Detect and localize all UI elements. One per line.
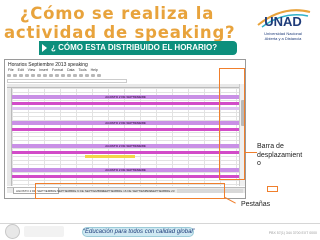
footer-divider bbox=[0, 223, 320, 224]
logo-line-2: Abierta y a Distancia bbox=[264, 36, 302, 41]
spreadsheet-toolbar bbox=[7, 73, 245, 78]
scrollbar-highlight-box bbox=[219, 68, 245, 180]
banner-text: ¿ CÓMO ESTA DISTRIBUIDO EL HORARIO? bbox=[51, 43, 218, 52]
day-band: AGOSTO 2 DE SEPTIEMBRE bbox=[12, 95, 239, 99]
day-band: AGOSTO 2 DE SEPTIEMBRE bbox=[12, 144, 239, 148]
section-banner: ¿ CÓMO ESTA DISTRIBUIDO EL HORARIO? bbox=[39, 41, 237, 55]
toolbar-percent-icon[interactable] bbox=[37, 74, 41, 77]
spreadsheet-screenshot: Horarios Septiembre 2013 speaking File E… bbox=[4, 59, 246, 199]
schedule-row-highlight bbox=[12, 151, 239, 154]
toolbar-print-icon[interactable] bbox=[7, 74, 11, 77]
scrollbar-annotation-line-3: o bbox=[257, 160, 261, 167]
menu-edit[interactable]: Edit bbox=[18, 68, 24, 72]
day-band-label: AGOSTO 2 DE SEPTIEMBRE bbox=[105, 144, 146, 148]
menu-file[interactable]: File bbox=[8, 68, 14, 72]
scroll-thumb-callout-box bbox=[267, 186, 278, 192]
toolbar-currency-icon[interactable] bbox=[31, 74, 35, 77]
scrollbar-connector-line bbox=[244, 152, 257, 153]
schedule-row-highlight bbox=[12, 102, 239, 105]
menu-help[interactable]: Help bbox=[91, 68, 98, 72]
menu-format[interactable]: Format bbox=[52, 68, 63, 72]
footer-logo bbox=[24, 226, 64, 237]
highlighted-cell bbox=[85, 155, 135, 158]
slide-title-line-1: ¿Cómo se realiza la bbox=[19, 4, 215, 23]
unad-logo-icon: UNAD bbox=[257, 9, 311, 29]
scrollbar-annotation-line-2: desplazamient bbox=[257, 151, 303, 159]
toolbar-merge-icon[interactable] bbox=[85, 74, 89, 77]
colombia-crest-icon bbox=[5, 224, 20, 239]
toolbar-italic-icon[interactable] bbox=[61, 74, 65, 77]
menu-data[interactable]: Data bbox=[67, 68, 74, 72]
schedule-row bbox=[12, 107, 239, 110]
toolbar-redo-icon[interactable] bbox=[19, 74, 23, 77]
day-band-label: AGOSTO 2 DE SEPTIEMBRE bbox=[105, 168, 146, 172]
schedule-row-highlight bbox=[12, 175, 239, 178]
day-band: AGOSTO 2 DE SEPTIEMBRE bbox=[12, 121, 239, 125]
tabs-annotation: Pestañas bbox=[241, 201, 271, 208]
toolbar-undo-icon[interactable] bbox=[13, 74, 17, 77]
unad-logo: UNAD Universidad Nacional Abierta y a Di… bbox=[248, 3, 318, 51]
bullet-arrow-icon bbox=[42, 44, 47, 52]
toolbar-wrap-icon[interactable] bbox=[97, 74, 101, 77]
day-band-label: AGOSTO 2 DE SEPTIEMBRE bbox=[105, 121, 146, 125]
toolbar-size-icon[interactable] bbox=[49, 74, 53, 77]
slide-title-line-2: actividad de speaking? bbox=[4, 23, 236, 42]
slide-title: ¿Cómo se realiza la actividad de speakin… bbox=[4, 4, 236, 42]
toolbar-align-icon[interactable] bbox=[91, 74, 95, 77]
toolbar-fill-icon[interactable] bbox=[73, 74, 77, 77]
menu-view[interactable]: View bbox=[28, 68, 36, 72]
toolbar-borders-icon[interactable] bbox=[79, 74, 83, 77]
tabs-highlight-box bbox=[35, 183, 225, 199]
formula-bar[interactable] bbox=[7, 79, 127, 83]
footer-contact: PBX 57(1) 344 3700 EXT 0000 bbox=[268, 231, 317, 235]
day-band-label: AGOSTO 2 DE SEPTIEMBRE bbox=[105, 95, 146, 99]
toolbar-format-icon[interactable] bbox=[25, 74, 29, 77]
menu-tools[interactable]: Tools bbox=[78, 68, 86, 72]
toolbar-bold-icon[interactable] bbox=[55, 74, 59, 77]
scrollbar-annotation-line-1: Barra de bbox=[257, 143, 284, 150]
footer-slogan: “Educación para todos con calidad global… bbox=[82, 227, 195, 237]
spreadsheet-menu-bar: File Edit View Insert Format Data Tools … bbox=[8, 68, 98, 72]
toolbar-color-icon[interactable] bbox=[67, 74, 71, 77]
menu-insert[interactable]: Insert bbox=[39, 68, 48, 72]
logo-wordmark: UNAD bbox=[264, 14, 302, 29]
toolbar-font-icon[interactable] bbox=[43, 74, 47, 77]
schedule-row-highlight bbox=[12, 128, 239, 131]
scrollbar-annotation: Barra de desplazamient o bbox=[257, 143, 302, 169]
day-band: AGOSTO 2 DE SEPTIEMBRE bbox=[12, 168, 239, 172]
